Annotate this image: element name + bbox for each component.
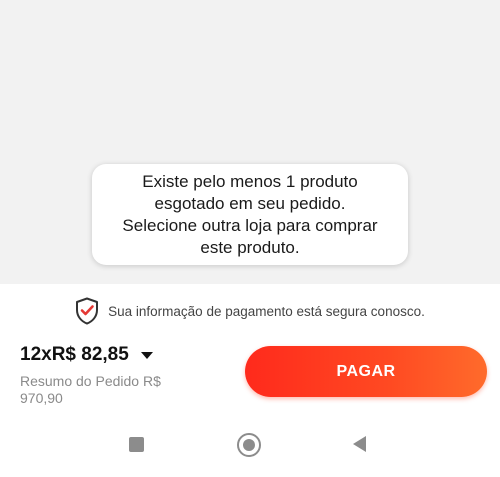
toast-message: Existe pelo menos 1 produto esgotado em … xyxy=(110,171,389,259)
installment-total[interactable]: 12xR$ 82,85 xyxy=(20,344,129,366)
pay-button[interactable]: PAGAR xyxy=(245,346,487,397)
toast-line-2: esgotado em seu pedido. xyxy=(154,193,346,213)
shield-check-icon xyxy=(76,297,99,325)
chevron-down-icon[interactable] xyxy=(140,351,153,359)
square-recent-icon[interactable] xyxy=(129,437,144,452)
home-icon-inner xyxy=(243,439,255,451)
order-summary: Resumo do Pedido R$ 970,90 xyxy=(20,373,161,406)
triangle-back-icon[interactable] xyxy=(353,436,366,452)
secure-payment-notice: Sua informação de pagamento está segura … xyxy=(0,296,500,326)
out-of-stock-toast: Existe pelo menos 1 produto esgotado em … xyxy=(92,164,408,265)
secure-payment-text: Sua informação de pagamento está segura … xyxy=(108,303,425,319)
circle-home-icon[interactable] xyxy=(237,433,261,457)
pay-button-label: PAGAR xyxy=(336,362,396,380)
toast-line-3: Selecione outra loja para comprar xyxy=(122,215,378,235)
toast-line-1: Existe pelo menos 1 produto xyxy=(142,171,358,191)
system-navigation-bar xyxy=(0,425,500,465)
toast-line-4: este produto. xyxy=(200,237,300,257)
installment-selector[interactable]: 12xR$ 82,85 xyxy=(20,344,153,366)
